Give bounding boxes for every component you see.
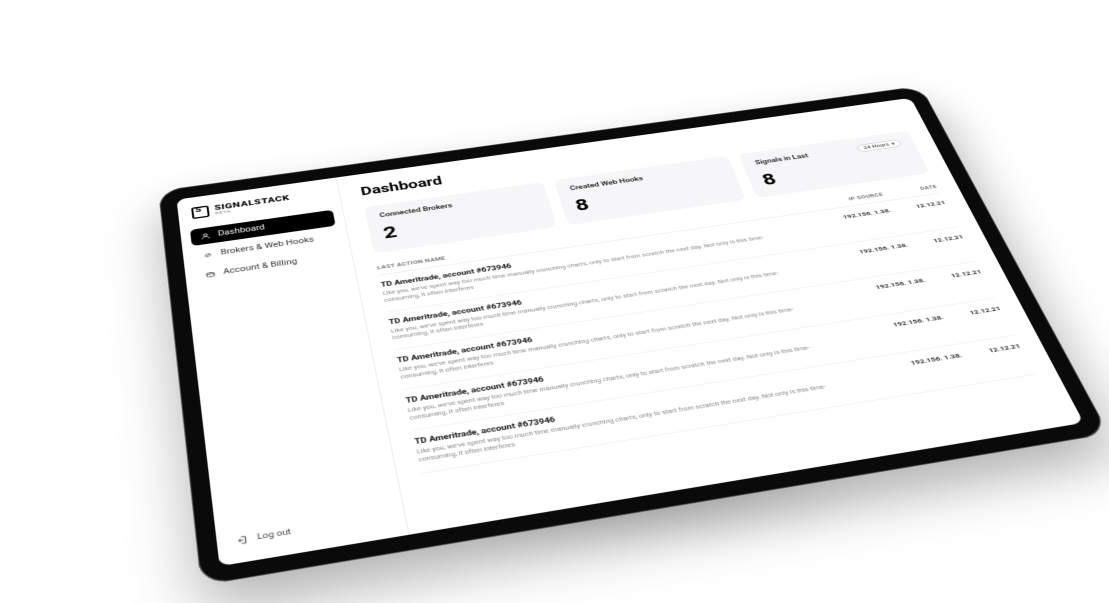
timeframe-dropdown[interactable]: 24 Hours ▾ (856, 139, 903, 152)
chevron-down-icon: ▾ (890, 141, 895, 146)
row-date: 12.12.21 (942, 305, 1002, 320)
row-ip: 192.156. 1.38. (823, 242, 909, 260)
row-date: 12.12.21 (924, 269, 983, 284)
row-ip: 192.156. 1.38. (872, 352, 963, 373)
wallet-icon (205, 270, 216, 278)
row-date: 12.12.21 (889, 199, 946, 213)
brand-text-wrap: SIGNALSTACK BETA (214, 194, 291, 216)
person-icon (200, 232, 211, 240)
logo-mark-icon (191, 205, 210, 219)
logout-icon (237, 535, 249, 545)
row-date: 12.12.21 (960, 343, 1021, 359)
sidebar-item-label: Dashboard (218, 224, 266, 238)
card-label-text: Signals in Last (754, 153, 809, 166)
dropdown-value: 24 Hours (863, 142, 891, 150)
row-ip: 192.156. 1.38. (839, 277, 927, 296)
logout-label: Log out (257, 528, 292, 542)
row-ip: 192.156. 1.38. (855, 314, 945, 334)
row-ip: 192.156. 1.38. (807, 207, 892, 225)
row-date: 12.12.21 (906, 233, 964, 247)
link-icon (203, 251, 214, 259)
